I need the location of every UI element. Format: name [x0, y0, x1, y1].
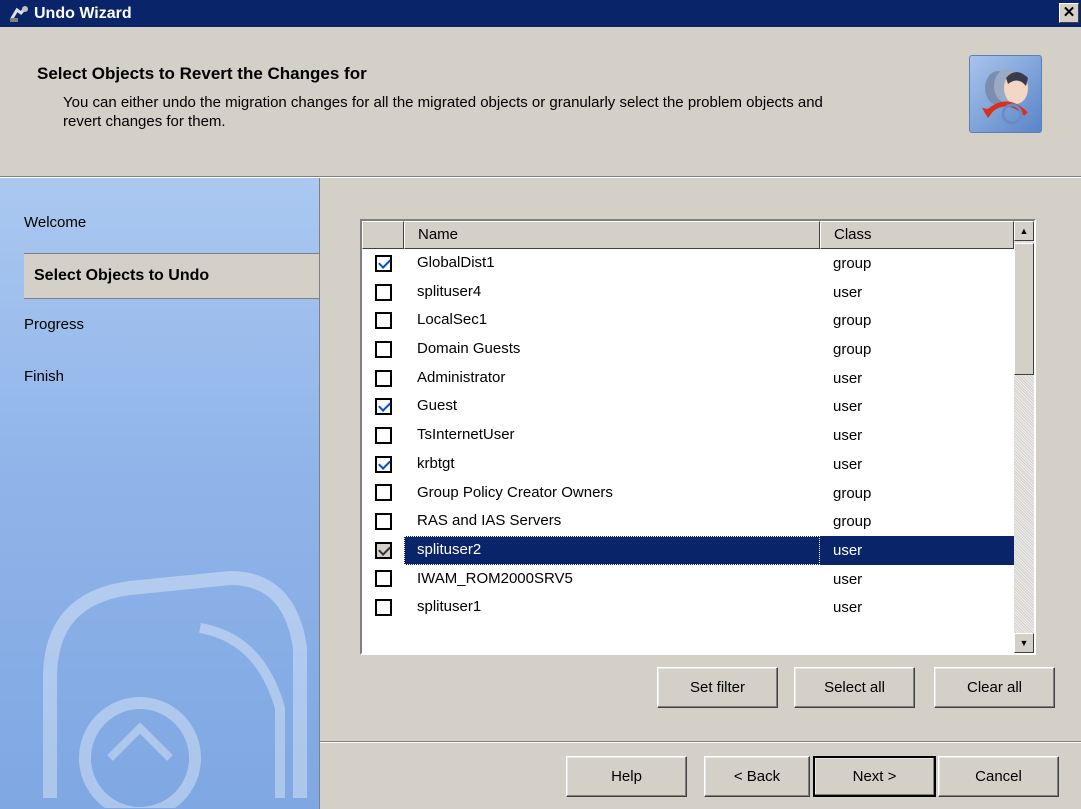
row-class: user: [833, 570, 863, 588]
row-class: user: [833, 283, 863, 301]
row-name: splituser2: [404, 535, 820, 565]
row-checkbox-cell: [362, 312, 404, 330]
row-name: TsInternetUser: [417, 426, 515, 444]
row-checkbox[interactable]: [374, 340, 392, 358]
row-checkbox[interactable]: [374, 398, 392, 416]
table-row[interactable]: LocalSec1 group: [362, 306, 1014, 335]
back-button[interactable]: < Back: [704, 756, 810, 797]
table-row[interactable]: splituser1 user: [362, 593, 1014, 622]
row-checkbox[interactable]: [374, 513, 392, 531]
row-name: splituser1: [417, 598, 482, 616]
row-checkbox-cell: [362, 541, 404, 559]
wizard-header: Select Objects to Revert the Changes for…: [0, 27, 1081, 177]
row-checkbox-cell: [362, 570, 404, 588]
cancel-button[interactable]: Cancel: [938, 756, 1059, 797]
objects-list[interactable]: Name Class GlobalDist1 group splituser4 use…: [360, 219, 1036, 655]
table-row[interactable]: RAS and IAS Servers group: [362, 507, 1014, 536]
sidebar-item-finish: Finish: [24, 368, 65, 385]
table-row[interactable]: krbtgt user: [362, 450, 1014, 479]
row-checkbox-cell: [362, 513, 404, 531]
column-header-name[interactable]: Name: [404, 221, 820, 249]
clear-all-button[interactable]: Clear all: [934, 667, 1055, 708]
row-class: group: [833, 341, 872, 359]
row-class: user: [833, 369, 863, 387]
table-row[interactable]: splituser4 user: [362, 278, 1014, 307]
row-class: user: [820, 535, 1014, 565]
row-name: RAS and IAS Servers: [417, 512, 562, 530]
close-button[interactable]: ✕: [1059, 3, 1079, 23]
row-class: group: [833, 312, 872, 330]
row-checkbox[interactable]: [374, 455, 392, 473]
wizard-header-icon: [969, 55, 1042, 133]
row-name: krbtgt: [417, 454, 455, 472]
table-row[interactable]: splituser2 user: [362, 535, 1014, 565]
objects-list-body: Name Class GlobalDist1 group splituser4 use…: [362, 221, 1014, 653]
column-header-class[interactable]: Class: [820, 221, 1014, 249]
page-title: Select Objects to Revert the Changes for: [37, 64, 367, 83]
row-checkbox[interactable]: [374, 570, 392, 588]
row-checkbox[interactable]: [374, 254, 392, 272]
row-checkbox-cell: [362, 254, 404, 272]
row-checkbox-cell: [362, 599, 404, 617]
row-class: user: [833, 455, 863, 473]
footer-separator: [320, 741, 1081, 743]
table-row[interactable]: TsInternetUser user: [362, 421, 1014, 450]
page-description: You can either undo the migration change…: [63, 94, 823, 130]
row-class: user: [833, 398, 863, 416]
table-row[interactable]: Administrator user: [362, 364, 1014, 393]
scroll-down-arrow-icon[interactable]: ▼: [1014, 633, 1034, 653]
row-checkbox[interactable]: [374, 541, 392, 559]
row-checkbox-cell: [362, 426, 404, 444]
sidebar-item-welcome: Welcome: [24, 214, 87, 231]
row-name: IWAM_ROM2000SRV5: [417, 569, 573, 587]
table-row[interactable]: IWAM_ROM2000SRV5 user: [362, 565, 1014, 594]
row-checkbox-cell: [362, 340, 404, 358]
row-checkbox-cell: [362, 398, 404, 416]
wizard-icon: [8, 4, 30, 24]
row-class: user: [833, 427, 863, 445]
list-vertical-scrollbar[interactable]: ▲ ▼: [1014, 221, 1034, 653]
row-name: Group Policy Creator Owners: [417, 483, 613, 501]
row-class: group: [833, 484, 872, 502]
table-row[interactable]: Domain Guests group: [362, 335, 1014, 364]
table-row[interactable]: Guest user: [362, 392, 1014, 421]
scrollbar-thumb[interactable]: [1014, 243, 1034, 375]
row-class: user: [833, 599, 863, 617]
table-row[interactable]: GlobalDist1 group: [362, 249, 1014, 278]
row-checkbox[interactable]: [374, 484, 392, 502]
row-name: splituser4: [417, 282, 482, 300]
wizard-steps-sidebar: Welcome Select Objects to Undo Progress …: [0, 178, 320, 809]
row-checkbox[interactable]: [374, 369, 392, 387]
row-name: GlobalDist1: [417, 254, 495, 271]
list-rows: GlobalDist1 group splituser4 user LocalSec1 g…: [362, 249, 1014, 622]
row-checkbox[interactable]: [374, 599, 392, 617]
list-header: Name Class: [362, 221, 1014, 249]
column-header-check[interactable]: [362, 221, 404, 249]
row-class: group: [833, 513, 872, 531]
row-name: LocalSec1: [417, 311, 488, 329]
row-checkbox-cell: [362, 455, 404, 473]
row-checkbox-cell: [362, 283, 404, 301]
set-filter-button[interactable]: Set filter: [657, 667, 778, 708]
sidebar-item-select-objects: Select Objects to Undo: [24, 253, 319, 299]
row-checkbox[interactable]: [374, 426, 392, 444]
row-name: Guest: [417, 397, 458, 415]
row-checkbox[interactable]: [374, 312, 392, 330]
next-button[interactable]: Next >: [813, 756, 936, 797]
help-button[interactable]: Help: [566, 756, 687, 797]
sidebar-item-progress: Progress: [24, 316, 85, 333]
sidebar-watermark-graphic: [30, 538, 319, 809]
table-row[interactable]: Group Policy Creator Owners group: [362, 479, 1014, 508]
row-name: Administrator: [417, 368, 506, 386]
row-checkbox[interactable]: [374, 283, 392, 301]
title-bar: Undo Wizard ✕: [0, 0, 1081, 27]
row-checkbox-cell: [362, 369, 404, 387]
select-all-button[interactable]: Select all: [794, 667, 915, 708]
row-checkbox-cell: [362, 484, 404, 502]
scroll-up-arrow-icon[interactable]: ▲: [1014, 221, 1034, 241]
window-title: Undo Wizard: [34, 4, 132, 22]
row-class: group: [833, 255, 872, 272]
row-name: Domain Guests: [417, 340, 521, 358]
